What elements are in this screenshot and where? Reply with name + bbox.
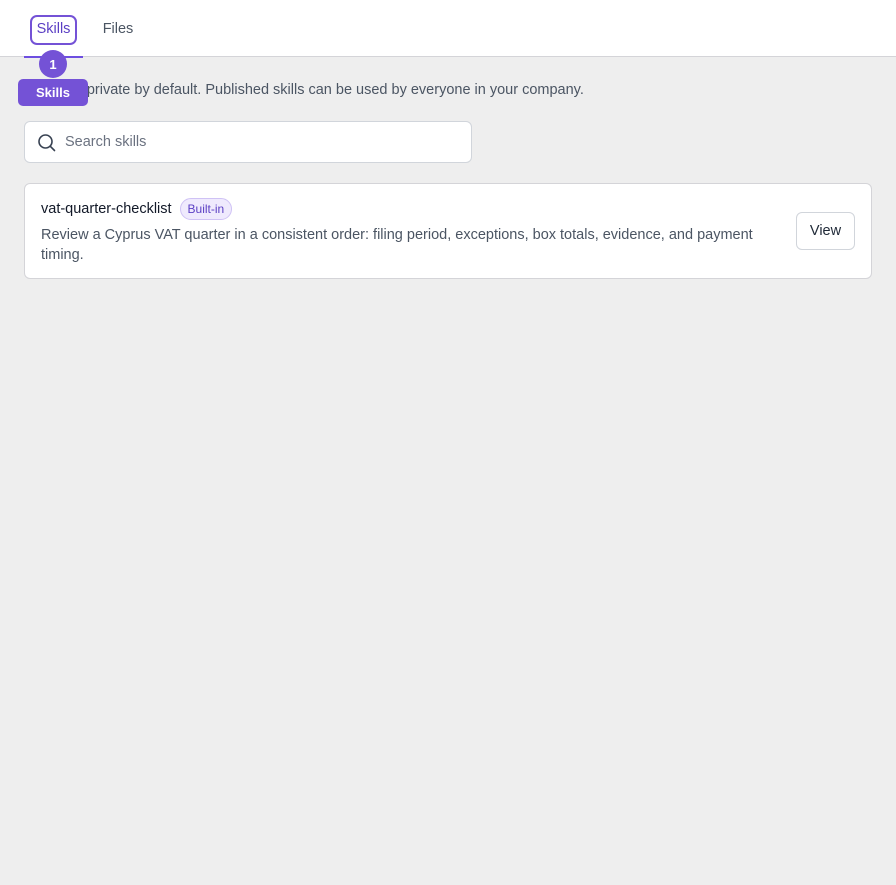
skill-card: vat-quarter-checklist Built-in Review a … [24,183,872,279]
skill-title-row: vat-quarter-checklist Built-in [41,198,233,220]
skill-description: Review a Cyprus VAT quarter in a consist… [41,227,753,263]
annotation-marker-number: 1 [39,50,67,78]
view-skill-button[interactable]: View [796,212,855,250]
skill-name: vat-quarter-checklist [41,201,172,217]
tab-files-label: Files [102,20,134,37]
annotation-marker-label: Skills [18,79,88,106]
top-tab-bar: Skills Files [0,0,896,58]
skills-intro-text: Skills are private by default. Published… [24,82,584,98]
tab-files[interactable]: Files [96,0,140,57]
search-box[interactable] [24,121,472,163]
built-in-badge: Built-in [179,198,233,220]
tab-focus-ring [30,15,77,45]
search-icon [38,134,56,152]
search-input[interactable] [65,122,461,162]
tab-skills[interactable]: Skills [24,0,83,58]
